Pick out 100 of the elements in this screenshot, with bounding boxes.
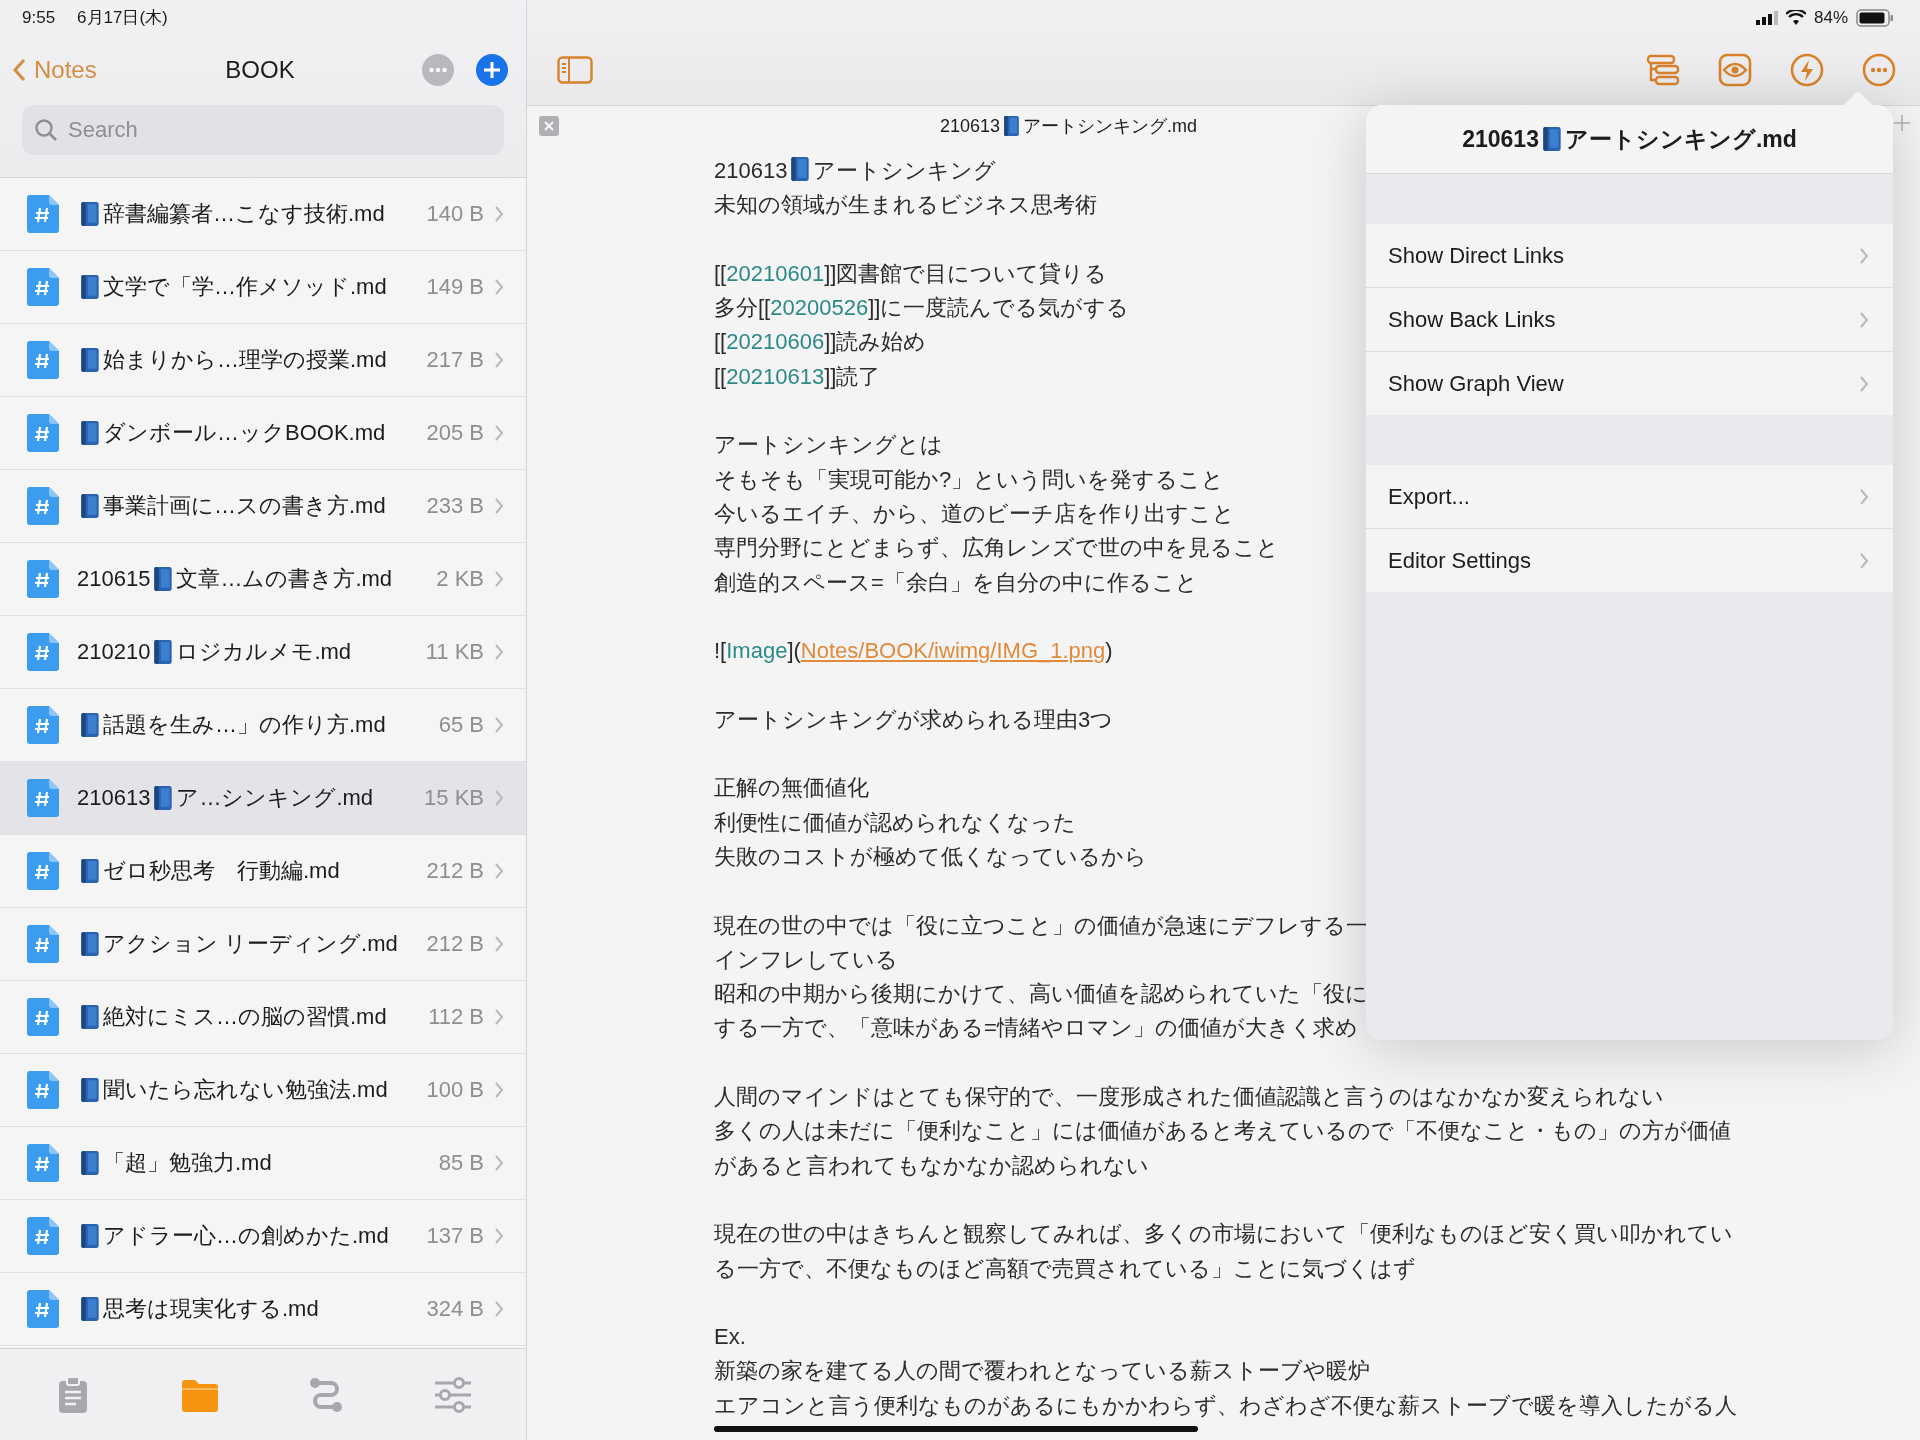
wiki-link[interactable]: Image (726, 638, 788, 664)
search-field[interactable]: Search (22, 105, 504, 155)
sidebar-toggle-icon[interactable] (557, 56, 593, 84)
note-line: 未知の領域が生まれるビジネス思考術 (714, 191, 1097, 220)
note-line: アートシンキングとは (714, 431, 943, 460)
file-name: ロジカルメモ.md (176, 638, 352, 666)
book-icon (79, 858, 101, 884)
more-icon[interactable] (1862, 53, 1896, 87)
outline-icon[interactable] (1646, 54, 1680, 86)
note-line: 210613 アートシンキング (714, 155, 997, 185)
note-line: 昭和の中期から後期にかけて、高い価値を認められていた「役に (714, 980, 1368, 1009)
note-line: 利便性に価値が認められなくなった (714, 808, 1076, 837)
file-size: 15 KB (424, 785, 484, 811)
menu-item[interactable]: Editor Settings (1366, 529, 1893, 592)
file-row[interactable]: 辞書編纂者…こなす技術.md 140 B (0, 178, 526, 251)
markdown-file-icon (27, 1144, 59, 1182)
file-row[interactable]: 思考は現実化する.md 324 B (0, 1273, 526, 1346)
menu-title: 210613 アートシンキング.md (1366, 105, 1893, 174)
note-line: る一方で、不便なものほど高額で売買されている」ことに気づくはず (714, 1254, 1416, 1283)
file-name: 始まりから…理学の授業.md (103, 346, 387, 374)
file-date: 210210 (77, 639, 151, 665)
chevron-right-icon (494, 862, 504, 880)
note-line: [[20210606]]読み始め (714, 328, 927, 357)
battery-icon (1856, 8, 1894, 27)
book-icon (79, 1004, 101, 1030)
book-icon (79, 201, 101, 227)
file-size: 212 B (426, 931, 484, 957)
file-size: 85 B (438, 1150, 484, 1176)
file-size: 212 B (426, 858, 484, 884)
note-line: 人間のマインドはとても保守的で、一度形成された価値認識と言うのはなかなか変えられない (714, 1083, 1664, 1111)
file-size: 112 B (428, 1004, 484, 1030)
markdown-file-icon (27, 341, 59, 379)
note-line: 現在の世の中はきちんと観察してみれば、多くの市場において「便利なものほど安く買い叩かれてい (714, 1220, 1733, 1249)
file-row[interactable]: 210210 ロジカルメモ.md 11 KB (0, 616, 526, 689)
plus-icon[interactable] (1894, 115, 1910, 131)
file-row[interactable]: 始まりから…理学の授業.md 217 B (0, 324, 526, 397)
menu-item[interactable]: Show Graph View (1366, 352, 1893, 415)
wiki-link[interactable]: 20200526 (770, 295, 869, 321)
markdown-file-icon (27, 925, 59, 963)
chevron-left-icon (12, 58, 26, 82)
folder-title: BOOK (225, 56, 295, 84)
file-size: 205 B (426, 420, 484, 446)
file-row[interactable]: 210613 ア…シンキング.md 15 KB (0, 762, 526, 835)
markdown-file-icon (27, 414, 59, 452)
markdown-file-icon (27, 1071, 59, 1109)
note-line: アートシンキングが求められる理由3つ (714, 705, 1114, 734)
book-icon (152, 566, 175, 592)
chevron-right-icon (494, 643, 504, 661)
file-name: アートシンキング.md (1023, 115, 1198, 138)
file-row[interactable]: 「超」勉強力.md 85 B (0, 1127, 526, 1200)
chevron-right-icon (494, 205, 504, 223)
file-row[interactable]: ゼロ秒思考 行動編.md 212 B (0, 835, 526, 908)
file-name: ダンボール…ックBOOK.md (103, 419, 386, 447)
file-name: 話題を生み…」の作り方.md (103, 711, 386, 739)
chevron-right-icon (494, 278, 504, 296)
wiki-link[interactable]: 20210613 (726, 363, 825, 389)
more-icon[interactable] (422, 54, 454, 86)
file-row[interactable]: 聞いたら忘れない勉強法.md 100 B (0, 1054, 526, 1127)
battery-percent: 84% (1813, 7, 1848, 28)
signal-icon (1755, 10, 1778, 25)
wiki-link[interactable]: 20210601 (726, 260, 825, 286)
sliders-icon[interactable] (432, 1376, 473, 1413)
markdown-file-icon (27, 706, 59, 744)
file-row[interactable]: 210615 文章…ムの書き方.md 2 KB (0, 543, 526, 616)
lightning-icon[interactable] (1790, 53, 1824, 87)
chevron-right-icon (494, 351, 504, 369)
chevron-right-icon (494, 1008, 504, 1026)
file-row[interactable]: 文学で「学…作メソッド.md 149 B (0, 251, 526, 324)
note-line: 創造的スペース=「余白」を自分の中に作ること (714, 568, 1198, 597)
close-icon[interactable] (539, 116, 559, 136)
note-line: 失敗のコストが極めて低くなっているから (714, 842, 1147, 871)
file-row[interactable]: 事業計画に…スの書き方.md 233 B (0, 470, 526, 543)
file-name: ア…シンキング.md (176, 784, 374, 812)
chevron-right-icon (1859, 310, 1869, 329)
chevron-right-icon (1859, 487, 1869, 506)
note-line: 多分[[20200526]]に一度読んでる気がする (714, 294, 1130, 323)
file-row[interactable]: アクション リーディング.md 212 B (0, 908, 526, 981)
file-row[interactable]: アドラー心…の創めかた.md 137 B (0, 1200, 526, 1273)
eye-icon[interactable] (1718, 53, 1752, 87)
book-icon (79, 1223, 101, 1249)
book-icon (79, 712, 101, 738)
markdown-file-icon (27, 195, 59, 233)
menu-item[interactable]: Export... (1366, 465, 1893, 529)
wiki-link[interactable]: 20210606 (726, 329, 825, 355)
menu-item[interactable]: Show Back Links (1366, 288, 1893, 352)
book-icon (789, 156, 812, 182)
file-name: アクション リーディング.md (103, 930, 398, 958)
file-row[interactable]: 絶対にミス…の脳の習慣.md 112 B (0, 981, 526, 1054)
file-size: 149 B (426, 274, 484, 300)
note-line: Ex. (714, 1323, 746, 1352)
note-line: 今いるエイチ、から、道のビーチ店を作り出すこと (714, 499, 1235, 528)
note-line: エアコンと言う便利なものがあるにもかかわらず、わざわざ不便な薪ストーブで暖を導入したがる人 (714, 1391, 1737, 1420)
markdown-file-icon (27, 560, 59, 598)
chevron-right-icon (1859, 374, 1869, 393)
markdown-file-icon (27, 1217, 59, 1255)
file-row[interactable]: ダンボール…ックBOOK.md 205 B (0, 397, 526, 470)
add-icon[interactable] (476, 54, 508, 86)
book-icon (152, 639, 175, 665)
menu-item[interactable]: Show Direct Links (1366, 224, 1893, 288)
note-line: 正解の無価値化 (714, 774, 869, 803)
